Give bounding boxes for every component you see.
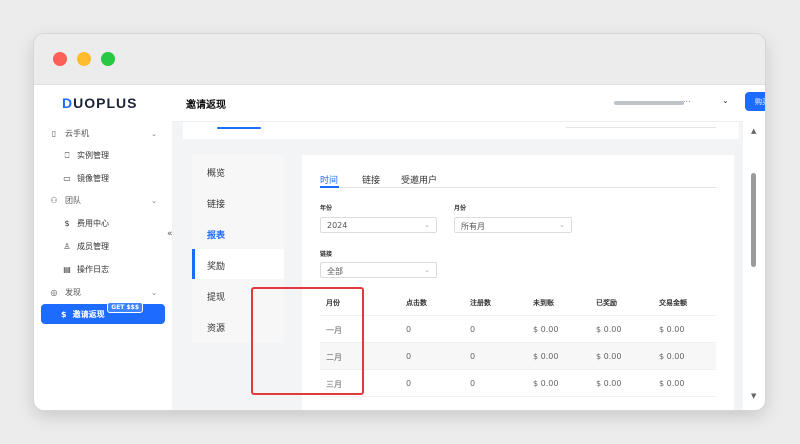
header: 邀请返现 ... ⌄ 购买 + xyxy=(172,85,765,122)
cell-pending: $ 0.00 xyxy=(533,352,559,361)
monitor-icon: ▭ xyxy=(63,174,71,183)
section-tab-withdraw[interactable]: 提现 xyxy=(207,290,225,303)
chevron-down-icon: ⌄ xyxy=(151,196,157,205)
cell-clicks: 0 xyxy=(406,379,412,388)
report-tab-invited-users[interactable]: 受邀用户 xyxy=(401,173,437,186)
chevron-down-icon: ⌄ xyxy=(559,221,565,229)
section-tab-rewards[interactable]: 奖励 xyxy=(207,259,225,272)
log-icon: ▤ xyxy=(63,265,71,274)
column-header-rewarded[interactable]: 已奖励 xyxy=(596,298,617,308)
cell-rewarded: $ 0.00 xyxy=(596,325,622,334)
scroll-thumb[interactable] xyxy=(751,173,756,267)
phone-icon: ▯ xyxy=(51,129,57,138)
table-row: 一月 0 0 $ 0.00 $ 0.00 $ 0.00 xyxy=(320,316,716,343)
year-select[interactable]: 2024 ⌄ xyxy=(320,217,437,233)
summary-card-edge xyxy=(183,122,739,139)
table-row: 三月 0 0 $ 0.00 $ 0.00 $ 0.00 xyxy=(320,370,716,397)
section-tab-overview[interactable]: 概览 xyxy=(207,166,225,179)
report-tabs: 时间 链接 受邀用户 xyxy=(320,173,716,188)
title-bar xyxy=(34,34,765,85)
cell-transaction-amount: $ 0.00 xyxy=(659,352,685,361)
cell-pending: $ 0.00 xyxy=(533,325,559,334)
link-label: 链接 xyxy=(320,251,333,258)
buy-button[interactable]: 购买 + xyxy=(745,92,765,111)
section-tab-active-bg xyxy=(192,249,284,279)
decorative-bar xyxy=(217,127,261,129)
section-tab-indicator xyxy=(192,249,195,279)
team-icon: ⚇ xyxy=(50,196,58,205)
divider xyxy=(566,127,716,128)
sidebar-item-instances[interactable]: ⎕ 实例管理 xyxy=(62,150,109,161)
cell-rewarded: $ 0.00 xyxy=(596,352,622,361)
members-icon: ♙ xyxy=(63,242,71,251)
section-tab-reports[interactable]: 报表 xyxy=(207,228,225,241)
scroll-up-arrow-icon[interactable]: ▲ xyxy=(751,127,756,135)
chevron-down-icon: ⌄ xyxy=(151,129,157,138)
table-header-row: 月份 点击数 注册数 未到账 已奖励 交易金额 xyxy=(320,289,716,316)
cell-clicks: 0 xyxy=(406,352,412,361)
dollar-icon: $ xyxy=(61,309,67,319)
account-suffix: ... xyxy=(683,95,691,104)
minimize-window-button[interactable] xyxy=(77,52,91,66)
account-name-redacted[interactable] xyxy=(614,101,684,105)
vertical-scrollbar[interactable]: ▲ ▼ xyxy=(743,121,765,410)
app-window: DUOPLUS ▯ 云手机 ⌄ ⎕ 实例管理 ▭ 镜像管理 ⚇ 团队 ⌄ $ 费… xyxy=(34,34,765,410)
sidebar-group-cloud-phone[interactable]: ▯ 云手机 ⌄ xyxy=(49,128,157,139)
month-select[interactable]: 所有月 ⌄ xyxy=(454,217,572,233)
sidebar-group-team[interactable]: ⚇ 团队 ⌄ xyxy=(49,195,157,206)
cell-rewarded: $ 0.00 xyxy=(596,379,622,388)
column-header-pending[interactable]: 未到账 xyxy=(533,298,554,308)
chevron-down-icon: ⌄ xyxy=(424,266,430,274)
cell-pending: $ 0.00 xyxy=(533,379,559,388)
sidebar-item-members[interactable]: ♙ 成员管理 xyxy=(62,241,109,252)
column-header-signups[interactable]: 注册数 xyxy=(470,298,491,308)
year-label: 年份 xyxy=(320,205,333,212)
maximize-window-button[interactable] xyxy=(101,52,115,66)
sidebar-item-images[interactable]: ▭ 镜像管理 xyxy=(62,173,109,184)
instance-icon: ⎕ xyxy=(64,150,70,160)
cell-transaction-amount: $ 0.00 xyxy=(659,325,685,334)
month-label: 月份 xyxy=(454,205,467,212)
scroll-down-arrow-icon[interactable]: ▼ xyxy=(751,392,756,400)
column-header-clicks[interactable]: 点击数 xyxy=(406,298,427,308)
compass-icon: ◎ xyxy=(50,288,58,297)
highlight-annotation-box xyxy=(251,287,364,395)
promo-badge: GET $$$ xyxy=(107,302,143,313)
link-select[interactable]: 全部 ⌄ xyxy=(320,262,437,278)
cell-signups: 0 xyxy=(470,379,476,388)
logo[interactable]: DUOPLUS xyxy=(62,95,137,111)
chevron-down-icon: ⌄ xyxy=(424,221,430,229)
cell-signups: 0 xyxy=(470,352,476,361)
report-tab-links[interactable]: 链接 xyxy=(362,173,380,186)
report-tab-underline xyxy=(320,186,339,188)
cell-clicks: 0 xyxy=(406,325,412,334)
cell-signups: 0 xyxy=(470,325,476,334)
chevron-down-icon: ⌄ xyxy=(151,288,157,297)
report-tab-time[interactable]: 时间 xyxy=(320,173,338,186)
section-tab-links[interactable]: 链接 xyxy=(207,197,225,210)
sidebar: DUOPLUS ▯ 云手机 ⌄ ⎕ 实例管理 ▭ 镜像管理 ⚇ 团队 ⌄ $ 费… xyxy=(34,85,172,410)
table-row: 二月 0 0 $ 0.00 $ 0.00 $ 0.00 xyxy=(320,343,716,370)
report-table: 月份 点击数 注册数 未到账 已奖励 交易金额 一月 0 0 $ 0.00 $ … xyxy=(320,289,716,397)
close-window-button[interactable] xyxy=(53,52,67,66)
cell-transaction-amount: $ 0.00 xyxy=(659,379,685,388)
report-panel: 时间 链接 受邀用户 年份 2024 ⌄ 月份 所有月 ⌄ 链接 全部 ⌄ 月份… xyxy=(302,155,734,410)
column-header-transaction-amount[interactable]: 交易金额 xyxy=(659,298,687,308)
dollar-icon: $ xyxy=(64,219,70,228)
sidebar-item-logs[interactable]: ▤ 操作日志 xyxy=(62,264,109,275)
account-chevron-down-icon[interactable]: ⌄ xyxy=(722,96,729,105)
sidebar-group-discover[interactable]: ◎ 发现 ⌄ xyxy=(49,287,158,298)
sidebar-item-billing[interactable]: $ 费用中心 xyxy=(62,218,109,229)
page-title: 邀请返现 xyxy=(186,100,226,111)
section-tab-resources[interactable]: 资源 xyxy=(207,321,225,334)
sidebar-item-invite-cashback[interactable]: $ 邀请返现 GET $$$ xyxy=(41,302,165,324)
